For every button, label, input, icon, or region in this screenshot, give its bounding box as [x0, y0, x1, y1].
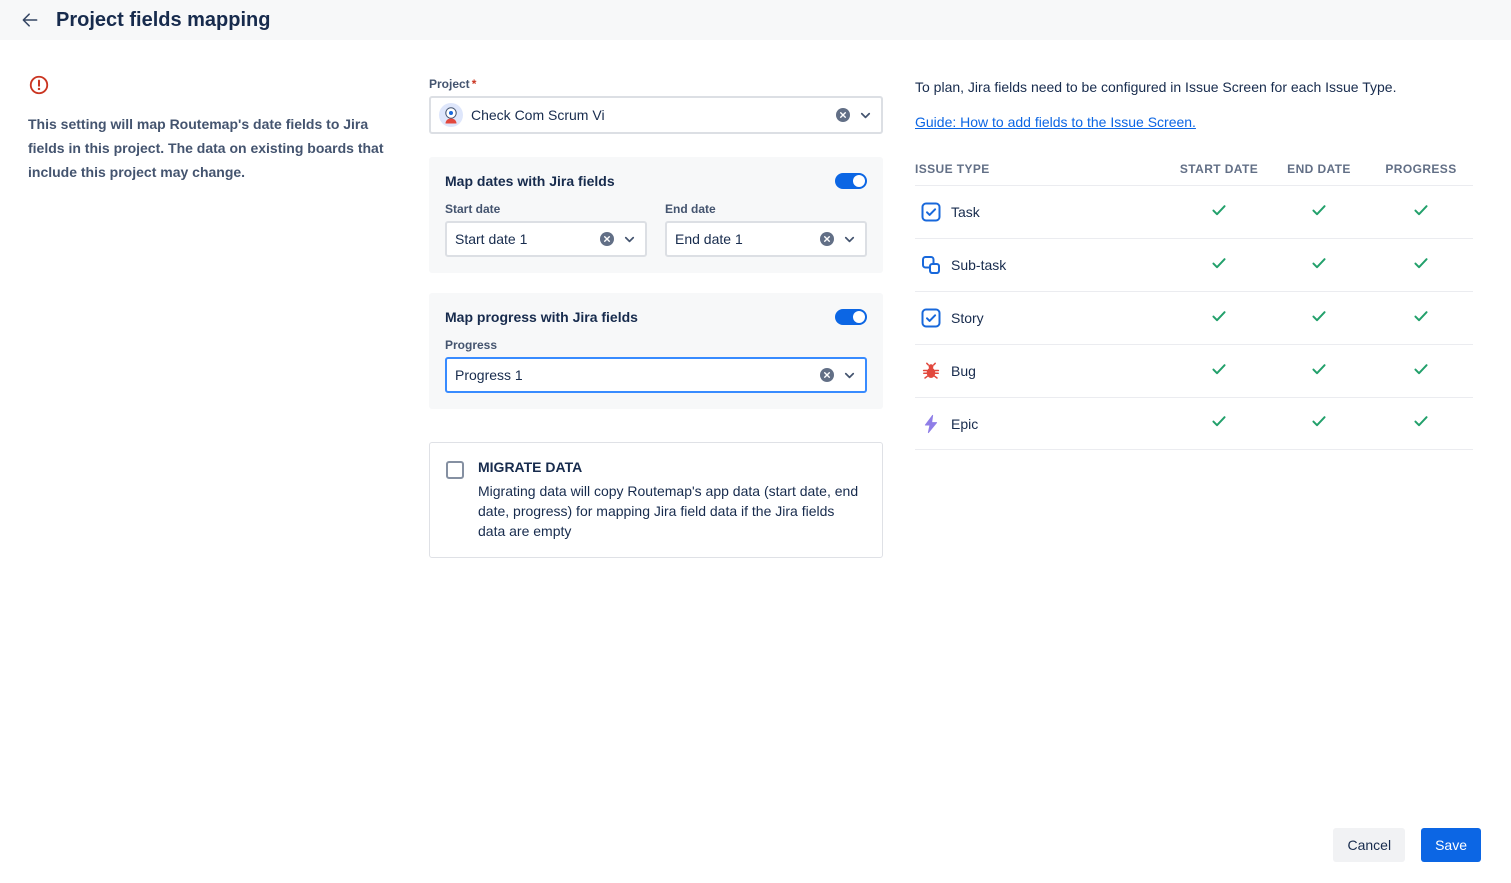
clear-icon[interactable] — [836, 108, 850, 122]
chevron-down-icon[interactable] — [842, 232, 857, 247]
page-header: Project fields mapping — [0, 0, 1511, 40]
end-date-field: End date End date 1 — [665, 202, 867, 257]
check-icon — [1210, 201, 1228, 224]
map-dates-title: Map dates with Jira fields — [445, 173, 615, 189]
table-row: Story — [915, 291, 1473, 344]
end-date-select-value: End date 1 — [675, 231, 812, 247]
page-title: Project fields mapping — [56, 9, 270, 32]
save-button[interactable]: Save — [1421, 828, 1481, 862]
issue-screen-intro: To plan, Jira fields need to be configur… — [915, 77, 1473, 97]
migrate-data-checkbox[interactable] — [446, 461, 464, 479]
table-row: Sub-task — [915, 238, 1473, 291]
column-header-start-date: START DATE — [1169, 162, 1269, 176]
guide-link[interactable]: Guide: How to add fields to the Issue Sc… — [915, 114, 1196, 130]
issue-type-label: Sub-task — [951, 257, 1006, 273]
end-date-label: End date — [665, 202, 867, 216]
check-icon — [1210, 360, 1228, 383]
task-icon — [921, 202, 941, 222]
issue-type-label: Story — [951, 310, 984, 326]
project-select[interactable]: Check Com Scrum Vi — [429, 96, 883, 134]
check-icon — [1412, 360, 1430, 383]
project-avatar — [439, 103, 463, 127]
map-progress-card: Map progress with Jira fields Progress P… — [429, 293, 883, 409]
map-dates-toggle[interactable] — [835, 173, 867, 189]
progress-field: Progress Progress 1 — [445, 338, 867, 393]
issue-type-table: ISSUE TYPE START DATE END DATE PROGRESS … — [915, 153, 1473, 450]
column-header-end-date: END DATE — [1269, 162, 1369, 176]
project-label-text: Project — [429, 77, 470, 91]
migrate-data-content: MIGRATE DATA Migrating data will copy Ro… — [478, 459, 860, 541]
chevron-down-icon[interactable] — [858, 108, 873, 123]
map-progress-toggle[interactable] — [835, 309, 867, 325]
start-date-select[interactable]: Start date 1 — [445, 221, 647, 257]
column-header-issue-type: ISSUE TYPE — [915, 162, 1169, 176]
cancel-button[interactable]: Cancel — [1333, 828, 1405, 862]
toggle-knob — [853, 175, 865, 187]
table-header-row: ISSUE TYPE START DATE END DATE PROGRESS — [915, 153, 1473, 185]
start-date-label: Start date — [445, 202, 647, 216]
migrate-data-description: Migrating data will copy Routemap's app … — [478, 481, 860, 541]
end-date-select[interactable]: End date 1 — [665, 221, 867, 257]
epic-icon — [921, 414, 941, 434]
table-row: Bug — [915, 344, 1473, 397]
map-progress-title: Map progress with Jira fields — [445, 309, 638, 325]
table-row: Task — [915, 185, 1473, 238]
project-field: Project* Check Com Scrum Vi — [429, 77, 883, 134]
check-icon — [1412, 307, 1430, 330]
table-row: Epic — [915, 397, 1473, 450]
footer-actions: Cancel Save — [1333, 828, 1481, 862]
progress-select[interactable]: Progress 1 — [445, 357, 867, 393]
issue-type-label: Epic — [951, 416, 978, 432]
mapping-form: Project* Check Com Scrum Vi Map dates wi… — [429, 77, 883, 558]
clear-icon[interactable] — [820, 232, 834, 246]
clear-icon[interactable] — [820, 368, 834, 382]
info-panel: This setting will map Routemap's date fi… — [28, 74, 398, 184]
column-header-progress: PROGRESS — [1369, 162, 1473, 176]
project-label: Project* — [429, 77, 883, 91]
check-icon — [1210, 412, 1228, 435]
subtask-icon — [921, 255, 941, 275]
mapping-warning-text: This setting will map Routemap's date fi… — [28, 112, 398, 184]
check-icon — [1310, 412, 1328, 435]
check-icon — [1310, 254, 1328, 277]
progress-label: Progress — [445, 338, 867, 352]
check-icon — [1412, 254, 1430, 277]
issue-type-panel: To plan, Jira fields need to be configur… — [915, 77, 1473, 450]
required-asterisk: * — [472, 77, 477, 91]
check-icon — [1310, 201, 1328, 224]
chevron-down-icon[interactable] — [622, 232, 637, 247]
issue-type-label: Task — [951, 204, 980, 220]
check-icon — [1310, 307, 1328, 330]
migrate-data-title: MIGRATE DATA — [478, 459, 860, 475]
toggle-knob — [853, 311, 865, 323]
migrate-data-card: MIGRATE DATA Migrating data will copy Ro… — [429, 442, 883, 558]
progress-select-value: Progress 1 — [455, 367, 812, 383]
chevron-down-icon[interactable] — [842, 368, 857, 383]
clear-icon[interactable] — [600, 232, 614, 246]
check-icon — [1310, 360, 1328, 383]
start-date-select-value: Start date 1 — [455, 231, 592, 247]
check-icon — [1412, 201, 1430, 224]
issue-type-label: Bug — [951, 363, 976, 379]
error-icon — [28, 74, 50, 101]
check-icon — [1412, 412, 1430, 435]
story-icon — [921, 308, 941, 328]
back-button[interactable] — [16, 6, 44, 34]
arrow-left-icon — [20, 10, 40, 30]
map-dates-card: Map dates with Jira fields Start date St… — [429, 157, 883, 273]
bug-icon — [921, 361, 941, 381]
project-select-value: Check Com Scrum Vi — [471, 107, 828, 123]
check-icon — [1210, 307, 1228, 330]
check-icon — [1210, 254, 1228, 277]
start-date-field: Start date Start date 1 — [445, 202, 647, 257]
